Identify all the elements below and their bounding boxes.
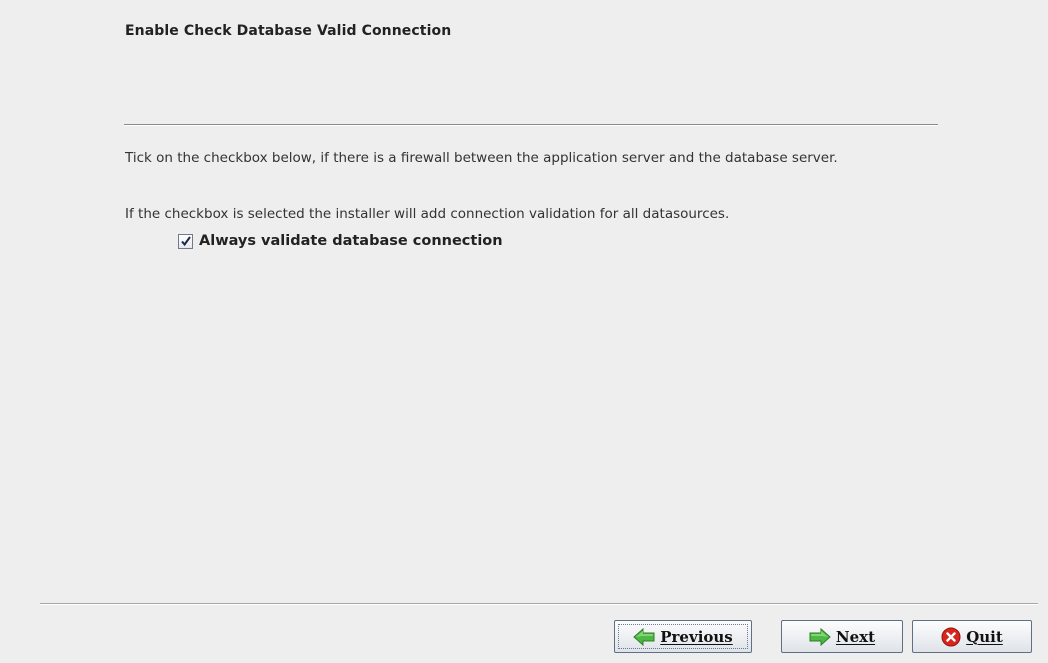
close-circle-icon (941, 627, 961, 647)
arrow-left-icon (633, 627, 655, 646)
footer-separator (40, 603, 1038, 605)
next-button-label: Next (835, 627, 876, 646)
checkmark-icon (180, 236, 191, 247)
previous-button-label: Previous (660, 627, 733, 646)
quit-button[interactable]: Quit (912, 620, 1032, 653)
page-title: Enable Check Database Valid Connection (125, 23, 452, 39)
previous-button[interactable]: Previous (614, 620, 752, 653)
validate-connection-checkbox[interactable]: Always validate database connection (178, 233, 503, 249)
explanation-text: If the checkbox is selected the installe… (125, 206, 730, 222)
arrow-right-icon (809, 627, 831, 646)
quit-button-label: Quit (966, 627, 1003, 646)
checkbox-box[interactable] (178, 233, 193, 249)
checkbox-label: Always validate database connection (199, 233, 503, 249)
header-separator (124, 124, 938, 126)
instruction-text: Tick on the checkbox below, if there is … (125, 150, 838, 166)
next-button[interactable]: Next (781, 620, 903, 653)
